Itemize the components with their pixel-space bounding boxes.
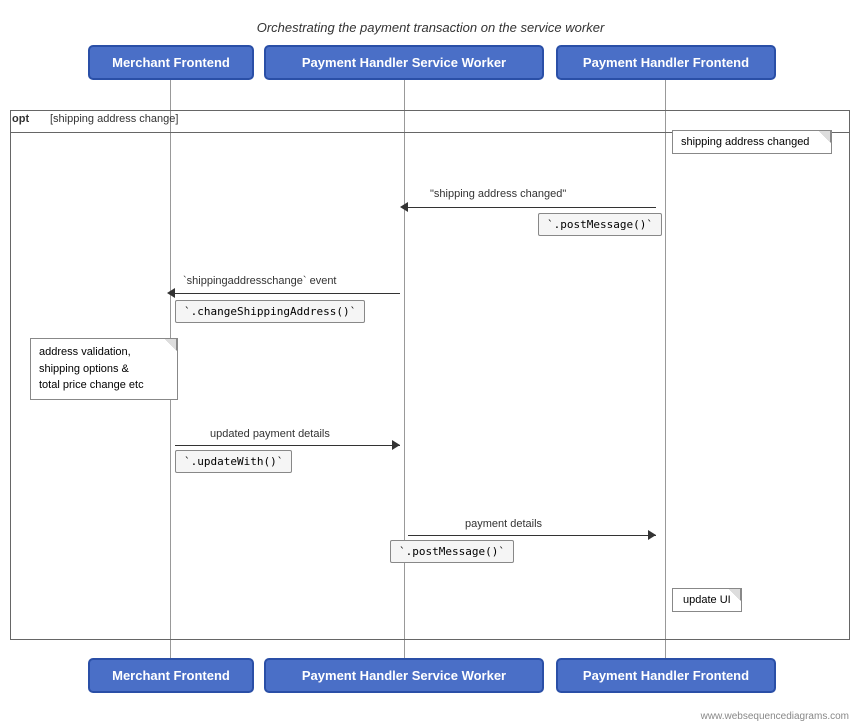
note-shipping-changed: shipping address changed (672, 130, 832, 154)
arrow-updated-payment-head (392, 440, 400, 450)
arrow-shipping-changed-head (400, 202, 408, 212)
actor-phf-header: Payment Handler Frontend (556, 45, 776, 80)
watermark: www.websequencediagrams.com (701, 711, 849, 722)
arrow-updated-payment-line (175, 445, 400, 446)
arrow-payment-details-line (408, 535, 656, 536)
actor-merchant-footer: Merchant Frontend (88, 658, 254, 693)
arrow-shippingaddresschange-head (167, 288, 175, 298)
method-updatewith: `.updateWith()` (175, 450, 292, 473)
arrow-shippingaddresschange-line (175, 293, 400, 294)
arrow-label-updated-payment: updated payment details (210, 428, 330, 440)
note-update-ui: update UI (672, 588, 742, 612)
note-address-validation: address validation,shipping options &tot… (30, 338, 178, 400)
opt-label: opt (12, 113, 29, 125)
arrow-label-payment-details: payment details (465, 518, 542, 530)
actor-sw-footer: Payment Handler Service Worker (264, 658, 544, 693)
arrow-payment-details-head (648, 530, 656, 540)
arrow-shipping-changed-line (408, 207, 656, 208)
method-changeshippingaddress: `.changeShippingAddress()` (175, 300, 365, 323)
arrow-label-shippingaddresschange: `shippingaddresschange` event (183, 275, 337, 287)
method-postmessage-1: `.postMessage()` (538, 213, 662, 236)
opt-condition: [shipping address change] (50, 113, 178, 125)
diagram-title: Orchestrating the payment transaction on… (0, 8, 861, 43)
method-postmessage-2: `.postMessage()` (390, 540, 514, 563)
diagram-container: Orchestrating the payment transaction on… (0, 0, 861, 727)
actor-merchant-header: Merchant Frontend (88, 45, 254, 80)
arrow-label-shipping-changed: "shipping address changed" (430, 188, 566, 200)
actor-phf-footer: Payment Handler Frontend (556, 658, 776, 693)
actor-sw-header: Payment Handler Service Worker (264, 45, 544, 80)
